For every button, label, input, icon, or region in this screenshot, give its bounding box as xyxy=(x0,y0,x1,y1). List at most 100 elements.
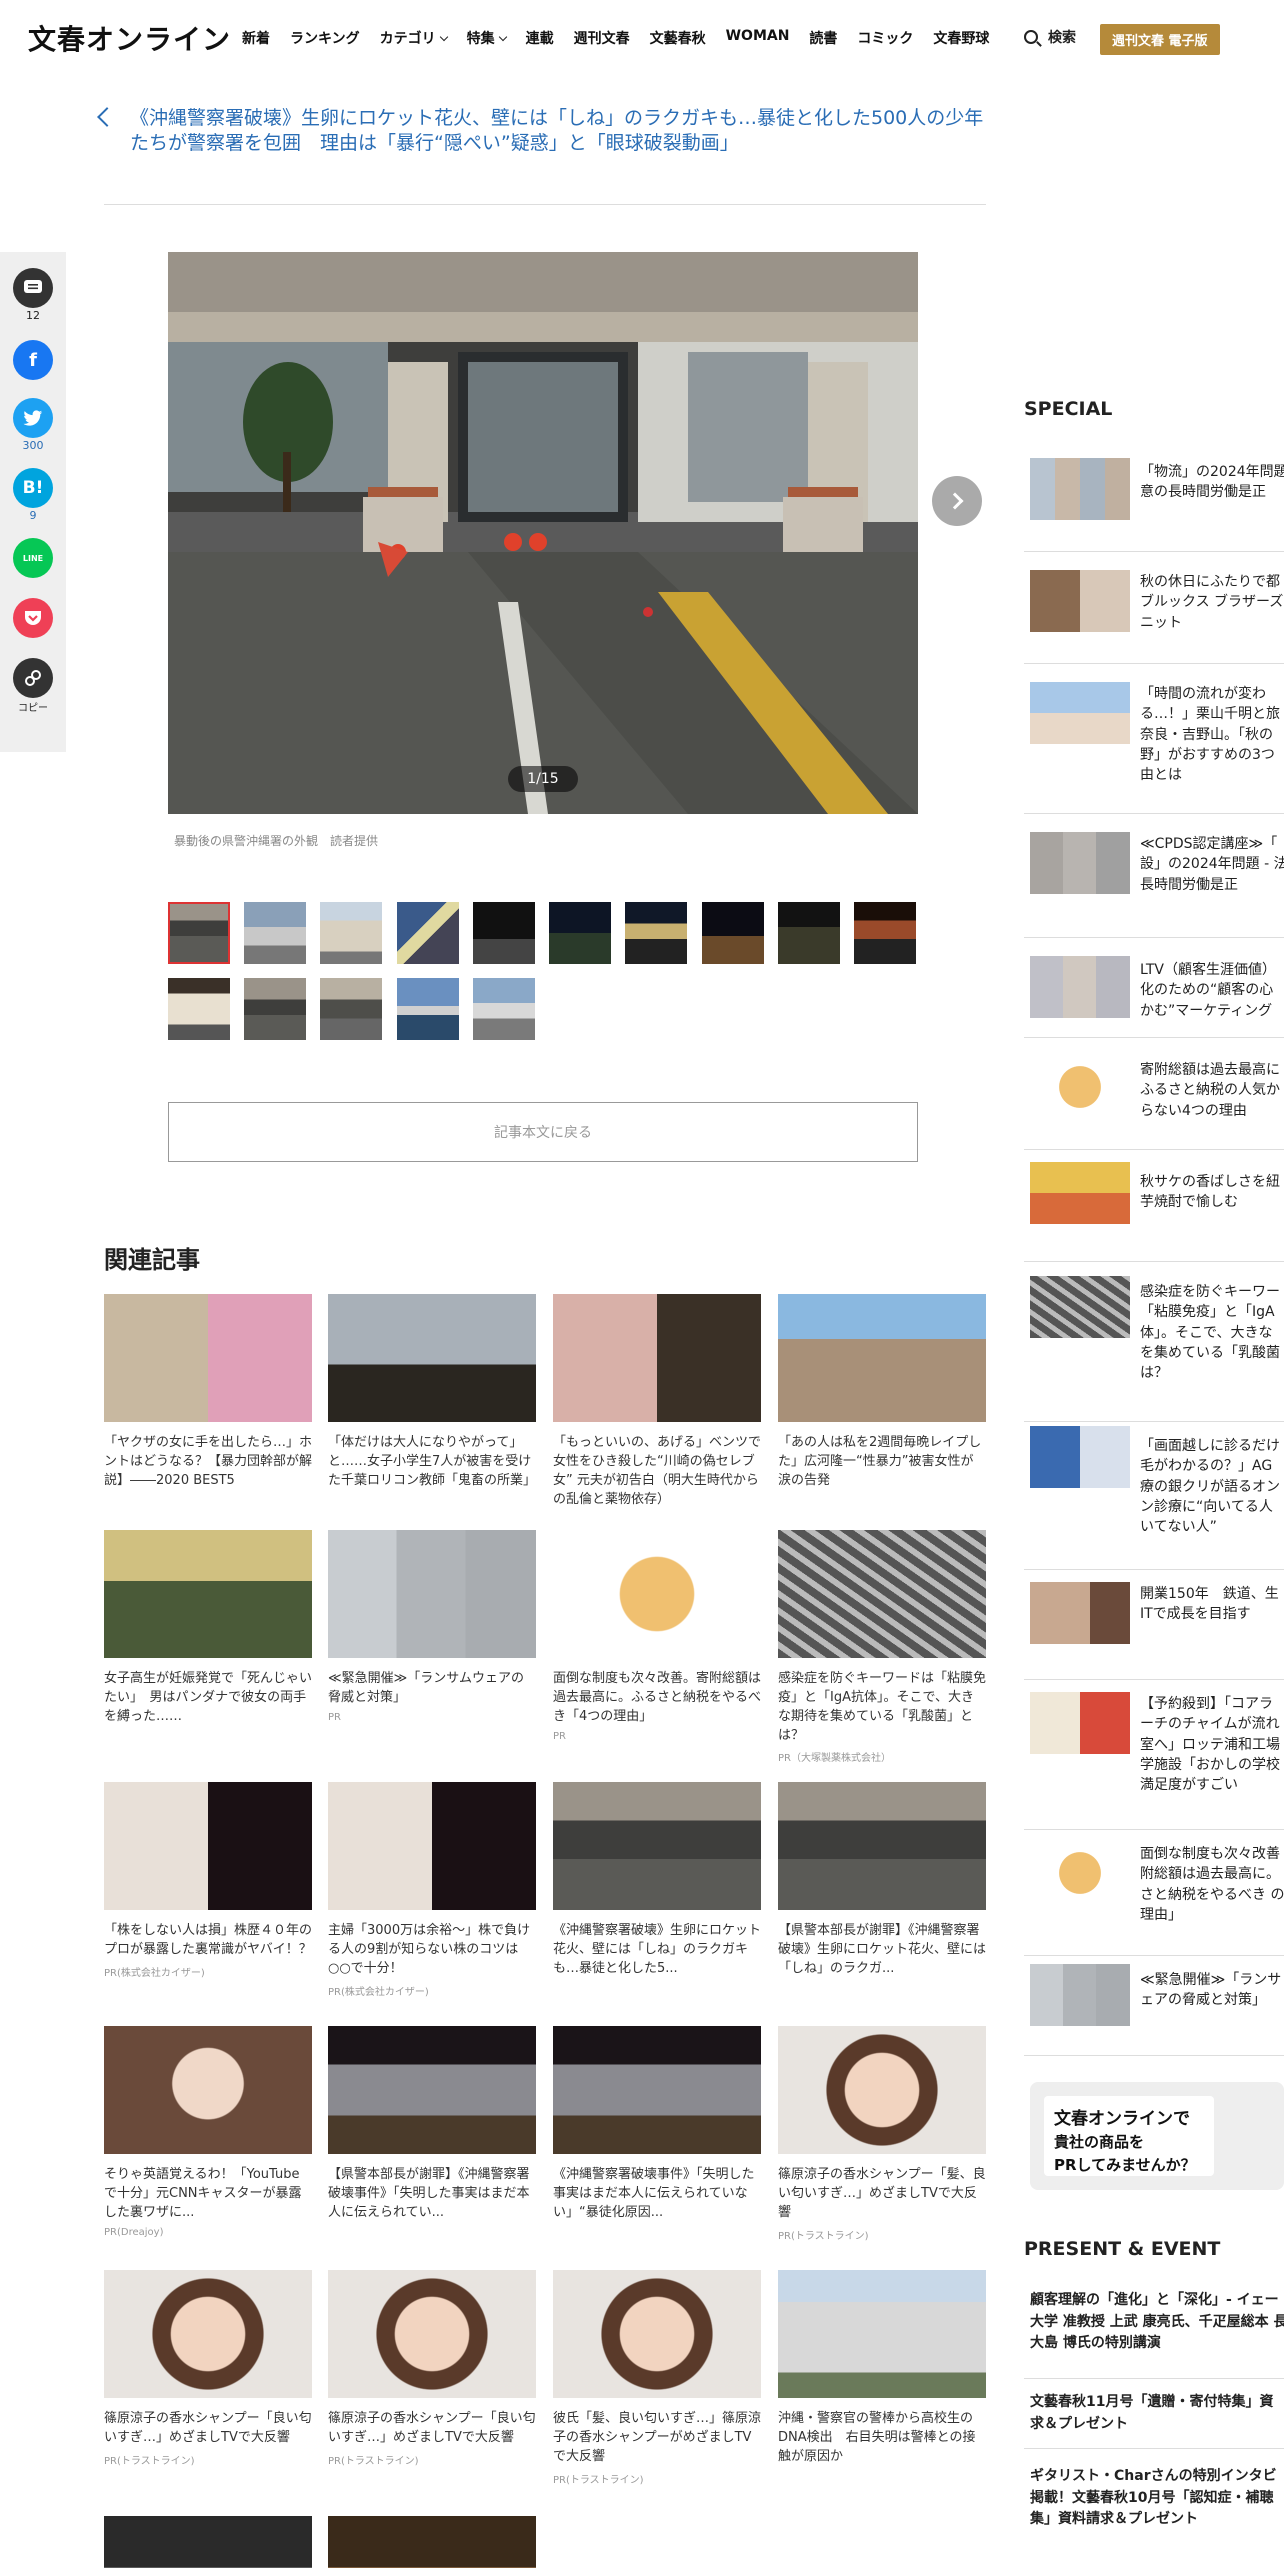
special-item-text: 開業150年 鉄道、生 ITで成長を目指す xyxy=(1140,1586,1279,1623)
related-card[interactable]: 《沖縄警察署破壊》生卵にロケット花火、壁には「しね」のラクガキも…暴徒と化した5… xyxy=(553,1782,761,1979)
thumbnail[interactable] xyxy=(625,902,687,964)
share-hatena[interactable]: B! 9 xyxy=(13,468,53,522)
nav-item-woman[interactable]: WOMAN xyxy=(726,28,790,48)
thumbnail[interactable] xyxy=(473,978,535,1040)
thumbnail[interactable] xyxy=(549,902,611,964)
site-logo[interactable]: 文春オンライン xyxy=(28,18,231,58)
thumbnail[interactable] xyxy=(473,902,535,964)
thumbnail[interactable] xyxy=(244,902,306,964)
card-image xyxy=(328,2026,536,2154)
nav-item-shukan-bunshun[interactable]: 週刊文春 xyxy=(574,28,630,48)
special-item[interactable]: 「物流」の2024年問題 意の長時間労働是正 xyxy=(1024,440,1284,552)
nav-item-baseball[interactable]: 文春野球 xyxy=(933,28,989,48)
special-item[interactable]: 秋サケの香ばしさを紐 芋焼酎で愉しむ xyxy=(1024,1150,1284,1262)
pr-label: PR xyxy=(553,1730,566,1742)
thumbnail[interactable] xyxy=(168,902,230,964)
nav-item-new[interactable]: 新着 xyxy=(242,28,270,48)
special-item[interactable]: 開業150年 鉄道、生 ITで成長を目指す xyxy=(1024,1570,1284,1680)
special-item-text: 寄附総額は過去最高に ふるさと納税の人気か らない4つの理由 xyxy=(1140,1062,1280,1119)
related-card[interactable]: 彼氏「髪、良い匂いすぎ…」篠原涼子の香水シャンプーがめざましTVで大反響 PR(… xyxy=(553,2270,761,2486)
special-item[interactable]: 面倒な制度も次々改善 附総額は過去最高に。 さと納税をやるべき の理由」 xyxy=(1024,1830,1284,1956)
special-item[interactable]: LTV（顧客生涯価値） 化のための“顧客の心 かむ”マーケティング xyxy=(1024,938,1284,1038)
related-card[interactable]: そりゃ英語覚えるわ！「YouTubeで十分」元CNNキャスターが暴露した裏ワザに… xyxy=(104,2026,312,2238)
search-button[interactable]: 検索 xyxy=(1024,27,1076,47)
card-image xyxy=(553,1530,761,1658)
special-item[interactable]: 寄附総額は過去最高に ふるさと納税の人気か らない4つの理由 xyxy=(1024,1038,1284,1150)
card-image xyxy=(778,1530,986,1658)
share-facebook[interactable]: f xyxy=(13,340,53,380)
nav-item-books[interactable]: 読書 xyxy=(809,28,837,48)
related-card[interactable]: 「もっといいの、あげる」ベンツで女性をひき殺した“川崎の偽セレブ女” 元夫が初告… xyxy=(553,1294,761,1509)
related-card[interactable]: 《沖縄警察署破壊事件》「失明した事実はまだ本人に伝えられていない」“暴徒化原因.… xyxy=(553,2026,761,2223)
present-item[interactable]: 文藝春秋11月号「遺贈・寄付特集」資 求＆プレゼント xyxy=(1030,2392,1284,2435)
gallery-main-photo[interactable] xyxy=(168,252,918,814)
present-item[interactable]: 顧客理解の「進化」と「深化」- イェー 大学 准教授 上武 康亮氏、千疋屋総本 … xyxy=(1030,2290,1284,2355)
present-item[interactable]: ギタリスト・Charさんの特別インタビ 掲載！文藝春秋10月号「認知症・補聴 集… xyxy=(1030,2466,1284,2531)
related-card[interactable]: 【県警本部長が謝罪】《沖縄警察署破壊》生卵にロケット花火、壁には「しね」のラクガ… xyxy=(778,1782,986,1979)
ad-banner[interactable]: 文春オンラインで 貴社の商品を PRしてみませんか？ xyxy=(1030,2082,1284,2190)
related-card[interactable]: 「株をしない人は損」株歴４０年のプロが暴露した裏常識がヤバイ！？ PR(株式会社… xyxy=(104,1782,312,1979)
card-image xyxy=(104,2270,312,2398)
search-icon xyxy=(1024,30,1038,44)
nav-item-comic[interactable]: コミック xyxy=(857,28,913,48)
ad-line: 貴社の商品を xyxy=(1054,2133,1145,2151)
thumbnail[interactable] xyxy=(320,902,382,964)
related-card[interactable]: 【県警本部長が謝罪】《沖縄警察署破壊事件》「失明した事実はまだ本人に伝えられてい… xyxy=(328,2026,536,2223)
share-pocket[interactable] xyxy=(13,598,53,638)
related-card[interactable] xyxy=(104,2516,312,2568)
related-card[interactable]: 面倒な制度も次々改善。寄附総額は過去最高に。ふるさと納税をやるべき「4つの理由」… xyxy=(553,1530,761,1742)
share-line[interactable]: LINE xyxy=(13,538,53,578)
share-copy[interactable]: コピー xyxy=(13,658,53,714)
nav-item-series[interactable]: 連載 xyxy=(526,28,554,48)
card-title: 「ヤクザの女に手を出したら…」ホントはどうなる？【暴力団幹部が解説】――2020… xyxy=(104,1435,313,1488)
special-item[interactable]: 「画面越しに診るだけ 毛がわかるの？」AG 療の銀クリが語るオン ン診療に“向い… xyxy=(1024,1422,1284,1570)
article-back-link[interactable]: 《沖縄警察署破壊》生卵にロケット花火、壁には「しね」のラクガキも…暴徒と化した5… xyxy=(130,106,986,155)
nav-item-bungei-shunju[interactable]: 文藝春秋 xyxy=(650,28,706,48)
related-card[interactable]: 「体だけは大人になりやがって」と……女子小学生7人が被害を受けた千葉ロリコン教師… xyxy=(328,1294,536,1491)
thumbnail[interactable] xyxy=(854,902,916,964)
gallery-next-button[interactable] xyxy=(932,476,982,526)
related-card[interactable]: 篠原涼子の香水シャンプー「良い匂いすぎ…」めざましTVで大反響 PR(トラストラ… xyxy=(104,2270,312,2467)
thumbnail[interactable] xyxy=(702,902,764,964)
related-card[interactable]: 篠原涼子の香水シャンプー「髪、良い匂いすぎ…」めざましTVで大反響 PR(トラス… xyxy=(778,2026,986,2242)
share-comment[interactable]: 12 xyxy=(13,268,53,322)
related-card[interactable]: 女子高生が妊娠発覚で「死んじゃいたい」 男はパンダナで彼女の両手を縛った…… xyxy=(104,1530,312,1727)
card-image xyxy=(553,2026,761,2154)
line-icon: LINE xyxy=(13,538,53,578)
pr-label: PR(トラストライン) xyxy=(328,2455,419,2467)
thumbnail[interactable] xyxy=(320,978,382,1040)
related-card[interactable]: 主婦「3000万は余裕～」株で負ける人の9割が知らない株のコツは○○で十分！ P… xyxy=(328,1782,536,1998)
special-item[interactable]: 感染症を防ぐキーワー 「粘膜免疫」と「IgA 体」。そこで、大きな を集めている… xyxy=(1024,1262,1284,1422)
card-image xyxy=(328,2270,536,2398)
thumbnail[interactable] xyxy=(397,978,459,1040)
card-image xyxy=(328,1530,536,1658)
thumbnail[interactable] xyxy=(397,902,459,964)
related-card[interactable]: 篠原涼子の香水シャンプー「良い匂いすぎ…」めざましTVで大反響 PR(トラストラ… xyxy=(328,2270,536,2467)
special-item[interactable]: ≪緊急開催≫「ランサ ェアの脅威と対策」 xyxy=(1024,1956,1284,2056)
thumbnail[interactable] xyxy=(778,902,840,964)
ebook-button[interactable]: 週刊文春 電子版 xyxy=(1100,24,1220,55)
related-card[interactable]: 「ヤクザの女に手を出したら…」ホントはどうなる？【暴力団幹部が解説】――2020… xyxy=(104,1294,312,1491)
nav-item-category[interactable]: カテゴリ xyxy=(380,28,448,48)
special-item[interactable]: 【予約殺到】「コアラ ーチのチャイムが流れ 室へ」ロッテ浦和工場 学施設「おかし… xyxy=(1024,1680,1284,1830)
card-title: 篠原涼子の香水シャンプー「髪、良い匂いすぎ…」めざましTVで大反響 xyxy=(778,2167,986,2220)
related-card[interactable]: 感染症を防ぐキーワードは「粘膜免疫」と「IgA抗体」。そこで、大きな期待を集めて… xyxy=(778,1530,986,1764)
related-card[interactable]: 沖縄・警察官の警棒から高校生のDNA検出 右目失明は警棒との接触が原因か xyxy=(778,2270,986,2467)
related-card[interactable]: 「あの人は私を2週間毎晩レイプした」広河隆一“性暴力”被害女性が涙の告発 xyxy=(778,1294,986,1491)
thumbnail[interactable] xyxy=(168,978,230,1040)
pr-label: PR(Dreajoy) xyxy=(104,2226,164,2238)
back-arrow-icon[interactable] xyxy=(97,107,117,127)
special-item[interactable]: ≪CPDS認定講座≫「 設」の2024年問題 - 法 長時間労働是正 xyxy=(1024,814,1284,938)
special-item[interactable]: 「時間の流れが変わ る…！」栗山千明と旅 奈良・吉野山。「秋の 野」がおすすめの… xyxy=(1024,664,1284,814)
special-item[interactable]: 秋の休日にふたりで都 ブルックス ブラザーズ ニット xyxy=(1024,552,1284,664)
share-twitter[interactable]: 300 xyxy=(13,398,53,452)
related-card[interactable] xyxy=(328,2516,536,2568)
nav-item-ranking[interactable]: ランキング xyxy=(290,28,360,48)
thumbnail[interactable] xyxy=(244,978,306,1040)
nav-item-feature[interactable]: 特集 xyxy=(467,28,507,48)
card-title: 【県警本部長が謝罪】《沖縄警察署破壊》生卵にロケット花火、壁には「しね」のラクガ… xyxy=(778,1923,987,1976)
related-card[interactable]: ≪緊急開催≫「ランサムウェアの脅威と対策」 PR xyxy=(328,1530,536,1723)
return-to-article-button[interactable]: 記事本文に戻る xyxy=(168,1102,918,1162)
special-item-text: 「物流」の2024年問題 意の長時間労働是正 xyxy=(1140,464,1284,501)
card-image xyxy=(328,2516,536,2568)
